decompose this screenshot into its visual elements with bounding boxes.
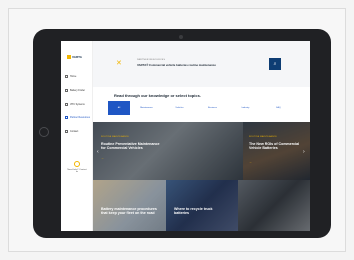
- home-button: [39, 127, 49, 137]
- sidebar-item-label: Contact: [70, 129, 79, 133]
- logo-text: VARTA: [72, 55, 82, 59]
- card-overlay: [166, 180, 238, 231]
- bolt-icon: ✕: [116, 60, 122, 67]
- sidebar-item-label: Partner Resources: [70, 115, 90, 119]
- card-overlay: [243, 122, 310, 180]
- article-card-new-rois[interactable]: ROUTINE MAINTENANCE The New ROIs of Comm…: [243, 122, 310, 180]
- carousel-prev-icon[interactable]: ‹: [97, 149, 99, 155]
- sidebar-item-partner-resources[interactable]: Partner Resources: [65, 113, 92, 121]
- article-card-routine-maintenance[interactable]: ROUTINE MAINTENANCE Routine Preventative…: [93, 122, 243, 180]
- carousel-next-icon[interactable]: ›: [303, 149, 305, 155]
- sidebar-item-vpc-systems[interactable]: VPC Systems: [65, 100, 92, 108]
- system-icon: [65, 102, 68, 106]
- tab-all[interactable]: All: [108, 101, 130, 115]
- tab-business[interactable]: Business: [196, 101, 229, 115]
- brand-logo[interactable]: VARTA: [67, 55, 82, 59]
- card-overlay: [93, 122, 243, 180]
- card-kicker: ROUTINE MAINTENANCE: [249, 136, 277, 138]
- tab-vehicles[interactable]: Vehicles: [163, 101, 196, 115]
- article-card-recycle[interactable]: Where to recycle truck batteries: [166, 180, 238, 231]
- article-card-battery-procedures[interactable]: Battery maintenance procedures that keep…: [93, 180, 166, 231]
- app-screen: VARTA Home Battery Finder VPC Systems Pa…: [61, 41, 310, 231]
- card-kicker: ROUTINE MAINTENANCE: [101, 136, 129, 138]
- sidebar: VARTA Home Battery Finder VPC Systems Pa…: [61, 41, 93, 231]
- sidebar-item-label: Home: [70, 74, 77, 78]
- logo-mark-icon: [67, 55, 71, 59]
- search-button[interactable]: ⌕: [269, 58, 281, 70]
- tab-industry[interactable]: Industry: [229, 101, 262, 115]
- sidebar-help-label: Need help? Contact us: [67, 169, 87, 173]
- arrow-right-icon: →: [249, 160, 252, 164]
- sidebar-item-contact[interactable]: Contact: [65, 127, 92, 135]
- sidebar-item-home[interactable]: Home: [65, 72, 92, 80]
- tab-maintenance[interactable]: Maintenance: [130, 101, 163, 115]
- page-title: VARTA® Commercial vehicle batteries rout…: [137, 63, 216, 67]
- sidebar-item-battery-finder[interactable]: Battery Finder: [65, 86, 92, 94]
- sidebar-help[interactable]: Need help? Contact us: [67, 161, 87, 173]
- search-icon: ⌕: [273, 61, 277, 67]
- sidebar-item-label: Battery Finder: [70, 88, 86, 92]
- topic-tabs: All Maintenance Vehicles Business Indust…: [108, 101, 295, 115]
- folder-icon: [65, 115, 68, 119]
- contact-icon: [65, 129, 68, 133]
- battery-icon: [65, 88, 68, 92]
- arrow-right-icon: →: [101, 156, 104, 160]
- card-overlay: [238, 180, 310, 231]
- page-banner: ✕ PARTNER RESOURCES VARTA® Commercial ve…: [93, 41, 310, 87]
- lightbulb-icon: [74, 161, 80, 167]
- card-title: Routine Preventative Maintenance for Com…: [101, 142, 160, 151]
- camera-dot: [179, 35, 183, 39]
- card-title: The New ROIs of Commercial Vehicle Batte…: [249, 142, 300, 151]
- article-card-engine[interactable]: [238, 180, 310, 231]
- home-icon: [65, 74, 68, 78]
- tab-faq[interactable]: FAQ: [262, 101, 295, 115]
- card-overlay: [93, 180, 166, 231]
- banner-kicker: PARTNER RESOURCES: [137, 59, 166, 61]
- section-heading: Read through our knowledge or select top…: [114, 93, 201, 98]
- card-title: Where to recycle truck batteries: [174, 207, 213, 216]
- sidebar-item-label: VPC Systems: [70, 102, 85, 106]
- card-title: Battery maintenance procedures that keep…: [101, 207, 157, 216]
